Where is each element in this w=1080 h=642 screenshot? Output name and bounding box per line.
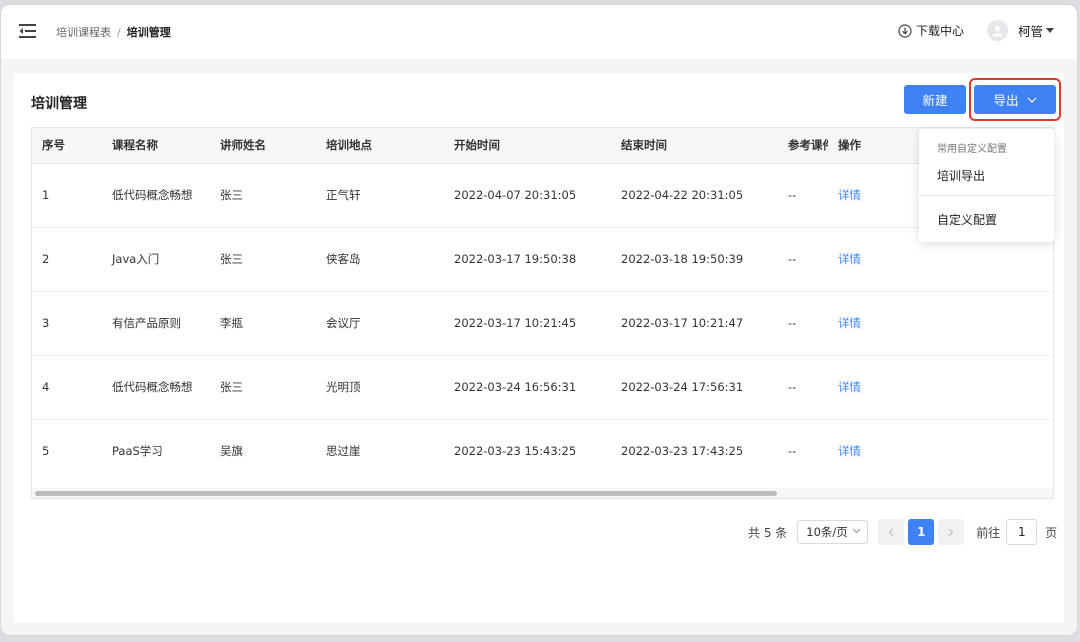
breadcrumb: 培训课程表 / 培训管理 [56, 24, 171, 40]
detail-link[interactable]: 详情 [838, 252, 861, 266]
download-center-label: 下载中心 [916, 24, 965, 38]
cell-index: 3 [32, 291, 102, 356]
export-dropdown-menu: 常用自定义配置 培训导出 自定义配置 [919, 129, 1054, 242]
cell-end: 2022-03-24 17:56:31 [611, 355, 778, 420]
dropdown-group-label: 常用自定义配置 [937, 144, 1007, 155]
cell-material: -- [778, 227, 828, 292]
cell-index: 4 [32, 355, 102, 420]
page-title: 培训管理 [31, 96, 87, 112]
dropdown-divider [919, 195, 1054, 196]
cell-start: 2022-03-23 15:43:25 [454, 444, 577, 459]
cell-course: 有信产品原则 [102, 291, 210, 356]
chevron-down-icon [1027, 97, 1036, 103]
cell-course: 低代码概念畅想 [102, 355, 210, 420]
cell-location: 正气轩 [316, 163, 444, 228]
detail-link[interactable]: 详情 [838, 444, 861, 458]
breadcrumb-current: 培训管理 [126, 26, 171, 39]
cell-course: 低代码概念畅想 [102, 163, 210, 228]
table-row: 2 Java入门 张三 侠客岛 2022-03-17 19:50:38 2022-03-1… [32, 227, 1053, 292]
top-header: 培训课程表 / 培训管理 下载中心 柯管 [1, 5, 1077, 59]
breadcrumb-parent[interactable]: 培训课程表 [56, 24, 111, 40]
table-header-row: 序号 课程名称 讲师姓名 培训地点 开始时间 结束时间 参考课件 操作 [32, 128, 1053, 164]
cell-location: 光明顶 [316, 355, 444, 420]
cell-material: -- [788, 444, 797, 459]
cell-index: 5 [42, 444, 50, 459]
cell-index: 2 [32, 227, 102, 292]
training-table: 序号 课程名称 讲师姓名 培训地点 开始时间 结束时间 参考课件 操作 1低代码… [31, 127, 1054, 499]
export-button[interactable]: 导出 [974, 85, 1056, 114]
cell-material: -- [778, 163, 828, 228]
cell-location: 思过崖 [326, 444, 361, 459]
cell-location: 侠客岛 [316, 227, 444, 292]
cell-teacher: 张三 [210, 227, 316, 292]
user-icon [992, 25, 1003, 37]
cell-course: Java入门 [102, 227, 210, 292]
chevron-left-icon [888, 528, 894, 536]
cell-index: 1 [32, 163, 102, 228]
chevron-right-icon [948, 528, 954, 536]
table-row: 5 PaaS学习 吴旗 思过崖 2022-03-23 15:43:25 2022-03-2… [32, 419, 1053, 483]
col-header-course: 课程名称 [102, 128, 210, 164]
cell-location: 会议厅 [316, 291, 444, 356]
detail-link[interactable]: 详情 [838, 188, 861, 202]
cell-end: 2022-03-17 10:21:47 [611, 291, 778, 356]
cell-start: 2022-04-07 20:31:05 [444, 163, 611, 228]
cell-start: 2022-03-24 16:56:31 [444, 355, 611, 420]
cell-end: 2022-03-18 19:50:39 [611, 227, 778, 292]
app-window: 培训课程表 / 培训管理 下载中心 柯管 培训管理 新建 导出 序号 课程名称 … [0, 4, 1078, 636]
cell-material: -- [778, 291, 828, 356]
page-size-value: 10条/页 [806, 525, 848, 539]
cell-start: 2022-03-17 19:50:38 [444, 227, 611, 292]
col-header-teacher: 讲师姓名 [210, 128, 316, 164]
col-header-end: 结束时间 [611, 128, 778, 164]
username: 柯管 [1018, 24, 1044, 39]
cell-action: 详情 [828, 355, 1053, 420]
goto-page-input[interactable]: 1 [1006, 519, 1038, 545]
cell-course: PaaS学习 [112, 444, 163, 459]
cell-teacher: 张三 [210, 163, 316, 228]
table-row: 3 有信产品原则 李瓶 会议厅 2022-03-17 10:21:45 2022-03-1… [32, 291, 1053, 356]
dropdown-item-training-export[interactable]: 培训导出 [937, 167, 985, 184]
goto-label: 前往 [976, 525, 1001, 540]
total-count: 共 5 条 [748, 525, 788, 540]
col-header-start: 开始时间 [444, 128, 611, 164]
cell-material: -- [778, 355, 828, 420]
table-row: 1 低代码概念畅想 张三 正气轩 2022-04-07 20:31:05 2022-04-… [32, 163, 1053, 228]
col-header-index: 序号 [32, 128, 102, 164]
table-row: 4 低代码概念畅想 张三 光明顶 2022-03-24 16:56:31 2022-03-… [32, 355, 1053, 420]
user-menu[interactable]: 柯管 [987, 20, 1055, 41]
detail-link[interactable]: 详情 [838, 380, 861, 394]
export-button-label: 导出 [993, 93, 1019, 108]
breadcrumb-separator: / [117, 25, 121, 39]
dropdown-item-custom-config[interactable]: 自定义配置 [937, 211, 997, 228]
next-page-button[interactable] [938, 519, 965, 545]
download-center-link[interactable]: 下载中心 [898, 22, 964, 39]
chevron-down-icon [852, 528, 861, 534]
pagination: 共 5 条 10条/页 1 前往 1 页 [748, 519, 1057, 545]
cell-teacher: 张三 [210, 355, 316, 420]
cell-action: 详情 [828, 419, 1053, 483]
cell-end: 2022-04-22 20:31:05 [611, 163, 778, 228]
new-button[interactable]: 新建 [904, 85, 966, 114]
prev-page-button[interactable] [878, 519, 905, 545]
download-icon [898, 23, 912, 38]
cell-action: 详情 [828, 291, 1053, 356]
page-size-select[interactable]: 10条/页 [797, 520, 869, 544]
page-number-current[interactable]: 1 [908, 519, 935, 545]
scrollbar-thumb[interactable] [35, 491, 777, 496]
cell-start: 2022-03-17 10:21:45 [444, 291, 611, 356]
col-header-material: 参考课件 [778, 128, 828, 164]
avatar [987, 20, 1008, 41]
cell-end: 2022-03-23 17:43:25 [621, 444, 744, 459]
menu-collapse-icon[interactable] [19, 23, 37, 39]
cell-teacher: 李瓶 [210, 291, 316, 356]
caret-down-icon [1046, 28, 1055, 33]
goto-suffix: 页 [1045, 525, 1058, 540]
detail-link[interactable]: 详情 [838, 316, 861, 330]
horizontal-scrollbar[interactable] [32, 488, 1053, 498]
cell-teacher: 吴旗 [220, 444, 243, 459]
col-header-location: 培训地点 [316, 128, 444, 164]
